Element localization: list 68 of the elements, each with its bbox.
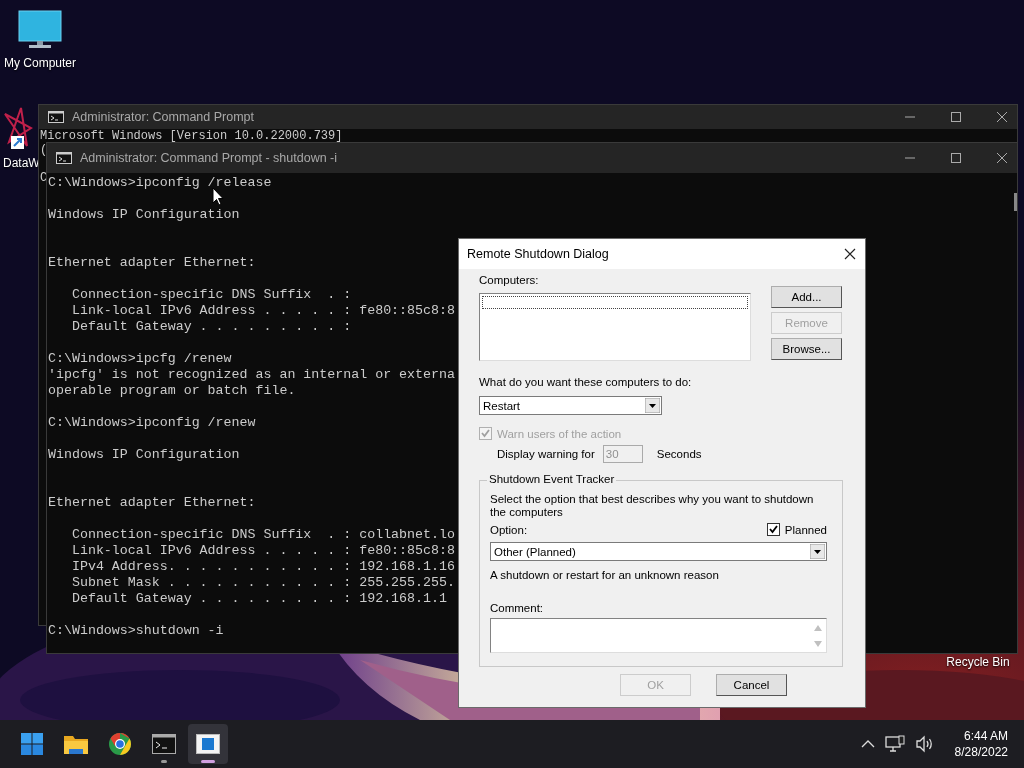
- option-description: A shutdown or restart for an unknown reason: [490, 569, 719, 581]
- console-line: Connection-specific DNS Suffix . :: [70, 287, 352, 303]
- console-line: C:\Windows>ipcfg /renew: [48, 351, 232, 367]
- comment-field[interactable]: [490, 618, 827, 653]
- terminal-icon: [152, 734, 176, 754]
- option-dropdown[interactable]: Other (Planned): [490, 542, 827, 561]
- icon-label: My Computer: [4, 56, 76, 70]
- console-line: Default Gateway . . . . . . . . . : 192.168.1.1: [70, 591, 447, 607]
- scrollbar-thumb[interactable]: [1014, 193, 1017, 211]
- option-label: Option:: [490, 523, 528, 536]
- taskbar-button[interactable]: [188, 724, 228, 764]
- close-icon[interactable]: [844, 248, 856, 260]
- maximize-icon[interactable]: [950, 152, 962, 164]
- computers-label: Computers:: [479, 273, 540, 287]
- dialog-title: Remote Shutdown Dialog: [467, 247, 609, 261]
- caret-icon: [645, 398, 660, 413]
- console-line: IPv4 Address. . . . . . . . . . . : 192.168.1.16: [70, 559, 455, 575]
- console-line: C:\Windows>ipconfig /release: [48, 175, 272, 191]
- console-line: Windows IP Configuration: [48, 447, 240, 463]
- action-label: What do you want these computers to do:: [479, 375, 692, 389]
- console-line: Ethernet adapter Ethernet:: [48, 255, 256, 271]
- planned-label: Planned: [784, 523, 827, 536]
- console-line: Link-local IPv6 Address . . . . . : fe80::85c8:8: [70, 303, 455, 319]
- folder-icon: [63, 733, 89, 755]
- console-line: 'ipcfg' is not recognized as an internal or externa: [48, 367, 455, 383]
- planned-checkbox[interactable]: [766, 523, 780, 536]
- console-line: C:\Windows>ipconfig /renew: [48, 415, 256, 431]
- console-icon: [48, 111, 64, 123]
- maximize-icon[interactable]: [950, 111, 962, 123]
- cursor-icon: [212, 187, 224, 206]
- start-icon: [20, 732, 44, 756]
- console-line: Default Gateway . . . . . . . . . :: [70, 319, 352, 335]
- caret-icon: [810, 544, 825, 559]
- volume-icon[interactable]: [914, 735, 935, 753]
- chrome-icon: [108, 732, 132, 756]
- warning-label: Display warning for: [497, 448, 595, 460]
- dialog-button[interactable]: Browse...: [771, 338, 842, 360]
- console-line: Connection-specific DNS Suffix . : collabnet.lo: [70, 527, 455, 543]
- console-line: Windows IP Configuration: [48, 207, 240, 223]
- clock[interactable]: 6:44 AM 8/28/2022: [954, 728, 1008, 760]
- window-icon: [196, 734, 220, 754]
- group-title: Shutdown Event Tracker: [487, 473, 617, 485]
- network-icon[interactable]: [884, 735, 905, 753]
- dialog-button[interactable]: Cancel: [716, 674, 787, 696]
- console-line: C: [40, 171, 48, 185]
- tracker-description: Select the option that best describes why you want to shutdown the computers: [490, 493, 815, 519]
- icon-label: DataW: [2, 156, 40, 170]
- action-dropdown[interactable]: Restart: [479, 396, 662, 415]
- dialog-button[interactable]: Add...: [771, 286, 842, 308]
- seconds-label: Seconds: [656, 448, 702, 460]
- console-line: Ethernet adapter Ethernet:: [48, 495, 256, 511]
- comment-label: Comment:: [490, 602, 544, 614]
- icon-label: Recycle Bin: [946, 655, 1010, 669]
- window-title: Administrator: Command Prompt: [72, 110, 254, 124]
- console-line: Microsoft Windows [Version 10.0.22000.739]: [40, 129, 343, 143]
- console-line: Link-local IPv6 Address . . . . . : fe80::85c8:8: [70, 543, 455, 559]
- close-icon[interactable]: [996, 111, 1008, 123]
- window-title: Administrator: Command Prompt - shutdown -i: [80, 151, 338, 165]
- console-line: operable program or batch file.: [48, 383, 296, 399]
- console-line: Subnet Mask . . . . . . . . . . . : 255.255.255.: [70, 575, 455, 591]
- console-line: (: [40, 143, 48, 157]
- monitor-icon[interactable]: [18, 10, 62, 50]
- console-icon: [56, 152, 72, 164]
- console-line: C:\Windows>shutdown -i: [48, 623, 224, 639]
- warn-label: Warn users of the action: [497, 427, 622, 440]
- chevron-up-icon[interactable]: [860, 739, 875, 749]
- close-icon[interactable]: [996, 152, 1008, 164]
- computers-list[interactable]: [479, 293, 751, 361]
